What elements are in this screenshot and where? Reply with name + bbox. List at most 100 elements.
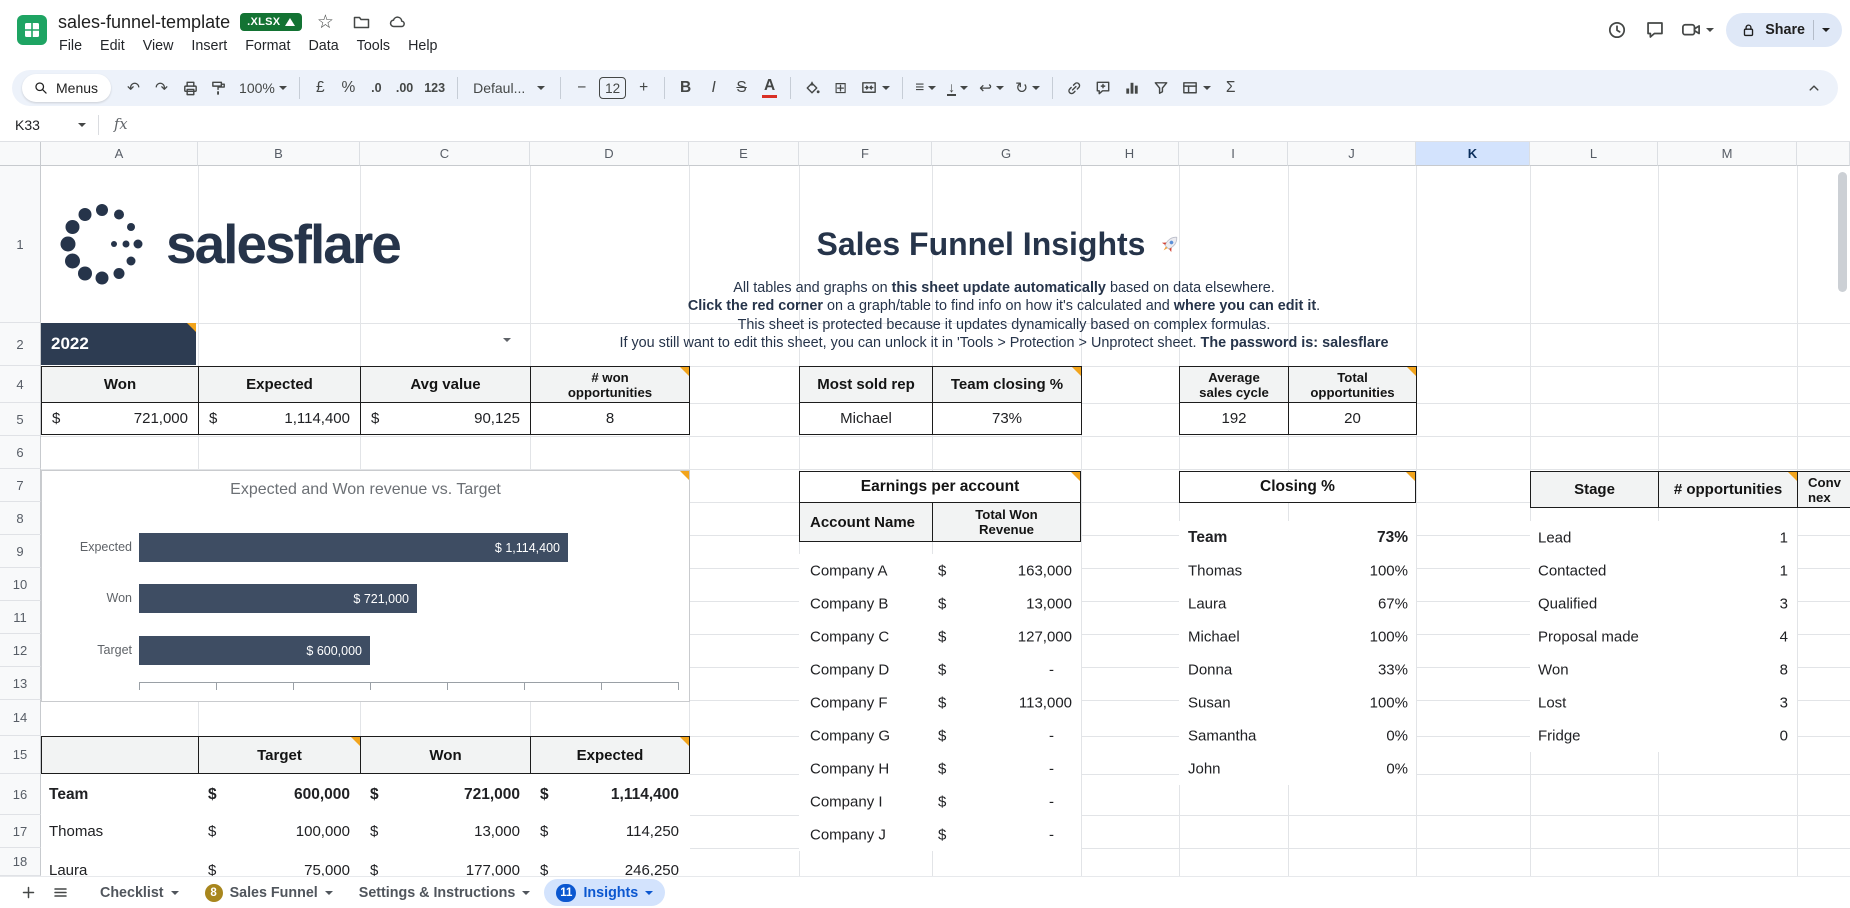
row-header-13[interactable]: 13 [0, 667, 41, 700]
column-header-K[interactable]: K [1416, 142, 1530, 166]
functions-button[interactable]: Σ [1217, 74, 1244, 102]
redo-button[interactable]: ↷ [148, 74, 175, 102]
value-cell[interactable]: 8 [531, 403, 690, 435]
print-button[interactable] [176, 74, 204, 102]
closing-row[interactable]: Thomas100% [1179, 554, 1416, 587]
earnings-row[interactable]: Company F$113,000 [799, 686, 1081, 719]
insert-comment-button[interactable] [1089, 74, 1117, 102]
header-cell[interactable]: Target [199, 737, 361, 774]
stage-row[interactable]: Qualified3 [1530, 587, 1797, 620]
row-header-10[interactable]: 10 [0, 568, 41, 601]
column-header-E[interactable]: E [689, 142, 799, 166]
zoom-selector[interactable]: 100% [234, 74, 292, 102]
move-folder-icon[interactable] [348, 9, 374, 35]
chart-bar[interactable]: $ 1,114,400 [139, 533, 568, 562]
target-row[interactable]: Team$600,000$721,000$1,114,400 [41, 774, 690, 815]
text-rotation-button[interactable]: ↻ [1010, 74, 1045, 102]
stage-row[interactable]: Proposal made4 [1530, 620, 1797, 653]
header-cell[interactable]: Team closing % [933, 367, 1082, 403]
formula-input[interactable] [128, 108, 1850, 141]
italic-button[interactable]: I [700, 74, 727, 102]
header-cell[interactable]: # wonopportunities [531, 367, 690, 403]
table-views-button[interactable] [1176, 74, 1216, 102]
font-size-input[interactable]: 12 [599, 77, 626, 99]
text-color-button[interactable]: A [756, 74, 783, 102]
earnings-row[interactable]: Company J$- [799, 818, 1081, 851]
header-cell[interactable]: Expected [531, 737, 690, 774]
undo-button[interactable]: ↶ [120, 74, 147, 102]
value-cell[interactable]: 192 [1180, 403, 1289, 435]
sheet-tab-settings-instructions[interactable]: Settings & Instructions [347, 879, 542, 906]
row-header-4[interactable]: 4 [0, 366, 41, 403]
fill-color-button[interactable] [798, 74, 826, 102]
column-header-B[interactable]: B [198, 142, 360, 166]
row-header-12[interactable]: 12 [0, 634, 41, 667]
header-cell[interactable]: Account Name [800, 503, 933, 542]
row-header-8[interactable]: 8 [0, 502, 41, 535]
borders-button[interactable]: ⊞ [827, 74, 854, 102]
column-header-G[interactable]: G [932, 142, 1081, 166]
earnings-row[interactable]: Company B$13,000 [799, 587, 1081, 620]
year-dropdown-icon[interactable] [503, 338, 511, 342]
sheet-tab-checklist[interactable]: Checklist [88, 879, 191, 906]
tab-menu-icon[interactable] [645, 891, 653, 895]
header-cell[interactable]: Stage [1531, 472, 1659, 508]
row-header-5[interactable]: 5 [0, 403, 41, 436]
header-cell[interactable]: Most sold rep [800, 367, 933, 403]
row-header-1[interactable]: 1 [0, 166, 41, 323]
tab-menu-icon[interactable] [522, 891, 530, 895]
closing-table-title[interactable]: Closing % [1179, 471, 1416, 503]
text-wrap-button[interactable]: ↩ [974, 74, 1009, 102]
header-cell[interactable]: Won [42, 367, 199, 403]
row-header-18[interactable]: 18 [0, 848, 41, 876]
closing-row[interactable]: Samantha0% [1179, 719, 1416, 752]
earnings-row[interactable]: Company G$- [799, 719, 1081, 752]
column-header-L[interactable]: L [1530, 142, 1658, 166]
bold-button[interactable]: B [672, 74, 699, 102]
header-cell[interactable]: Convnex [1798, 472, 1850, 508]
earnings-row[interactable]: Company H$- [799, 752, 1081, 785]
star-icon[interactable]: ☆ [312, 9, 338, 35]
value-cell[interactable]: 73% [933, 403, 1082, 435]
meet-dropdown-icon[interactable] [1706, 28, 1714, 32]
closing-row[interactable]: Laura67% [1179, 587, 1416, 620]
stage-row[interactable]: Fridge0 [1530, 719, 1797, 752]
merge-cells-button[interactable] [855, 74, 895, 102]
menu-edit[interactable]: Edit [91, 34, 134, 58]
closing-row[interactable]: Michael100% [1179, 620, 1416, 653]
decrease-decimal-button[interactable]: .0 [363, 74, 390, 102]
collapse-toolbar-button[interactable] [1800, 74, 1828, 102]
column-header-D[interactable]: D [530, 142, 689, 166]
tab-menu-icon[interactable] [325, 891, 333, 895]
stage-row[interactable]: Lead1 [1530, 521, 1797, 554]
column-header-A[interactable]: A [41, 142, 198, 166]
value-cell[interactable]: $721,000 [42, 403, 199, 435]
column-header-F[interactable]: F [799, 142, 932, 166]
closing-row[interactable]: John0% [1179, 752, 1416, 785]
row-header-11[interactable]: 11 [0, 601, 41, 634]
header-cell[interactable]: Won [361, 737, 531, 774]
value-cell[interactable]: Michael [800, 403, 933, 435]
row-header-15[interactable]: 15 [0, 736, 41, 774]
tab-menu-icon[interactable] [171, 891, 179, 895]
strikethrough-button[interactable]: S [728, 74, 755, 102]
more-formats-button[interactable]: 123 [419, 74, 450, 102]
name-box[interactable]: K33 [0, 117, 98, 133]
column-header-C[interactable]: C [360, 142, 530, 166]
decrease-font-size-button[interactable]: − [568, 74, 595, 102]
header-cell[interactable]: Averagesales cycle [1180, 367, 1289, 403]
all-sheets-button[interactable] [46, 879, 74, 907]
meet-button[interactable] [1680, 19, 1714, 41]
column-header-blank[interactable] [1797, 142, 1850, 166]
row-header-2[interactable]: 2 [0, 323, 41, 366]
header-cell[interactable]: Totalopportunities [1289, 367, 1417, 403]
earnings-row[interactable]: Company I$- [799, 785, 1081, 818]
target-row[interactable]: Thomas$100,000$13,000$114,250 [41, 815, 690, 848]
value-cell[interactable]: $90,125 [361, 403, 531, 435]
menu-view[interactable]: View [134, 34, 183, 58]
increase-font-size-button[interactable]: + [630, 74, 657, 102]
menus-button[interactable]: Menus [22, 74, 111, 102]
year-selector[interactable]: 2022 [41, 323, 196, 365]
version-history-icon[interactable] [1604, 17, 1630, 43]
insert-link-button[interactable] [1060, 74, 1088, 102]
